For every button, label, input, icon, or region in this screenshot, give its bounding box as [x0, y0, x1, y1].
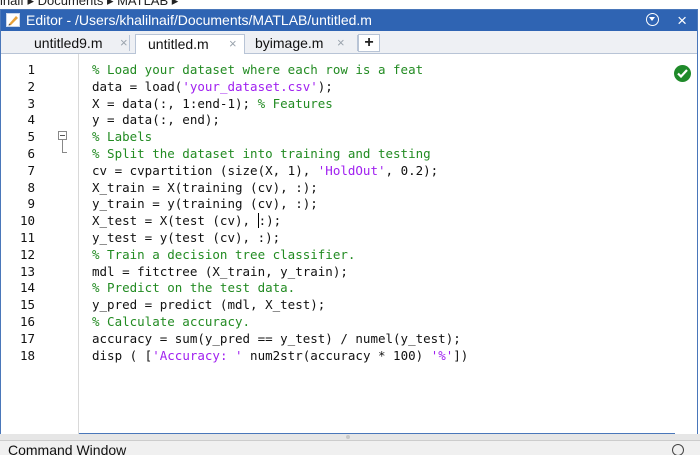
code-token: y_train = y(training (cv), :); [92, 196, 318, 212]
code-token: data = load( [92, 78, 183, 94]
line-number: 15 [19, 297, 35, 313]
line-number: 4 [27, 112, 35, 128]
code-string: 'your_dataset.csv' [182, 78, 318, 94]
code-line[interactable]: X = data(:, 1:end-1); % Features [92, 96, 333, 111]
editor-titlebar[interactable]: Editor - /Users/khalilnaif/Documents/MAT… [1, 10, 697, 31]
fold-line [62, 140, 63, 152]
line-number: 14 [19, 280, 35, 296]
code-line[interactable]: data = load('your_dataset.csv'); [92, 79, 333, 94]
tab-bar: untitled9.m × untitled.m × byimage.m × + [1, 31, 697, 54]
code-line[interactable]: X_test = X(test (cv), :); [92, 213, 282, 229]
code-line[interactable]: % Predict on the test data. [92, 280, 295, 295]
line-number: 8 [27, 179, 35, 195]
line-number: 5 [27, 129, 35, 145]
line-number: 6 [27, 146, 35, 161]
code-token: accuracy = sum(y_pred == y_test) / numel… [92, 330, 461, 346]
code-token: , 0.2); [385, 162, 439, 178]
code-token: y_pred = predict (mdl, X_test); [92, 297, 326, 313]
code-token: X_test = X(test (cv), [92, 213, 258, 229]
code-line[interactable]: % Load your dataset where each row is a … [92, 62, 423, 77]
command-window-menu-icon[interactable] [672, 444, 684, 455]
line-number: 16 [19, 314, 35, 329]
code-line[interactable]: y_train = y(training (cv), :); [92, 196, 318, 211]
code-token: cv = cvpartition (size(X, 1), [92, 162, 318, 178]
command-window-panel[interactable]: Command Window [0, 440, 700, 455]
editor-actions-menu-icon[interactable] [646, 13, 659, 26]
code-analyzer-ok-icon[interactable] [674, 65, 691, 82]
new-tab-button[interactable]: + [358, 34, 380, 52]
tab-close-icon[interactable]: × [120, 35, 128, 50]
code-comment: % Predict on the test data. [92, 280, 296, 296]
tab-divider [129, 35, 130, 51]
tab-close-icon[interactable]: × [229, 36, 237, 51]
line-number: 3 [27, 95, 35, 111]
code-line[interactable]: y_test = y(test (cv), :); [92, 230, 280, 245]
code-line[interactable]: % Train a decision tree classifier. [92, 247, 355, 262]
tab-label: untitled.m [148, 36, 209, 52]
line-number: 7 [27, 162, 35, 178]
line-number: 1 [27, 62, 35, 77]
code-line[interactable]: % Labels [92, 129, 152, 144]
code-token: X_train = X(training (cv), :); [92, 179, 318, 195]
code-comment: % Split the dataset into training and te… [92, 146, 431, 161]
code-fold-icon[interactable] [58, 131, 67, 140]
splitter-grip [346, 435, 350, 439]
tab-untitled9[interactable]: untitled9.m × [9, 34, 130, 53]
code-line[interactable]: y_pred = predict (mdl, X_test); [92, 297, 325, 312]
editor-window: Editor - /Users/khalilnaif/Documents/MAT… [0, 9, 698, 435]
code-line[interactable]: disp ( ['Accuracy: ' num2str(accuracy * … [92, 348, 468, 363]
code-line[interactable]: % Calculate accuracy. [92, 314, 250, 329]
code-token: ); [317, 78, 333, 94]
line-number-gutter: 1 2 3 4 5 6 7 8 9 10 11 12 13 14 15 16 17 18 [1, 54, 79, 435]
code-token: X = data(:, 1:end-1); [92, 95, 258, 111]
breadcrumb[interactable]: inaif ▸ Documents ▸ MATLAB ▸ [0, 0, 178, 9]
code-token: y_test = y(test (cv), :); [92, 230, 281, 245]
code-line[interactable]: y = data(:, end); [92, 112, 220, 127]
line-number: 18 [19, 347, 35, 363]
code-comment: % Features [257, 95, 333, 111]
code-line[interactable]: accuracy = sum(y_pred == y_test) / numel… [92, 331, 461, 346]
fold-end [62, 152, 67, 153]
code-token: ]) [453, 347, 469, 363]
editor-scrollbar[interactable] [675, 54, 697, 435]
code-comment: % Calculate accuracy. [92, 314, 251, 329]
line-number: 9 [27, 196, 35, 212]
code-line[interactable]: mdl = fitctree (X_train, y_train); [92, 264, 348, 279]
breadcrumb-bar: inaif ▸ Documents ▸ MATLAB ▸ [0, 0, 700, 9]
line-number: 11 [19, 230, 35, 245]
code-string: '%' [430, 347, 454, 363]
code-line[interactable]: % Split the dataset into training and te… [92, 146, 431, 161]
editor-title: Editor - /Users/khalilnaif/Documents/MAT… [26, 12, 372, 28]
tab-byimage[interactable]: byimage.m × [245, 34, 358, 53]
tab-label: untitled9.m [34, 35, 103, 51]
code-string: 'HoldOut' [317, 162, 386, 178]
line-number: 13 [19, 263, 35, 279]
code-token: ); [266, 213, 282, 229]
code-comment: % Labels [92, 129, 153, 145]
tab-label: byimage.m [255, 35, 324, 51]
code-line[interactable]: cv = cvpartition (size(X, 1), 'HoldOut',… [92, 163, 438, 178]
tab-close-icon[interactable]: × [337, 35, 345, 50]
code-string: 'Accuracy: ' [152, 347, 243, 363]
code-token: disp ( [ [92, 347, 153, 363]
editor-icon [6, 13, 20, 27]
code-token: mdl = fitctree (X_train, y_train); [92, 263, 348, 279]
code-comment: % Load your dataset where each row is a … [92, 62, 424, 77]
editor-close-icon[interactable]: × [677, 10, 687, 31]
line-number: 17 [19, 330, 35, 346]
code-line[interactable]: X_train = X(training (cv), :); [92, 180, 318, 195]
code-token: y = data(:, end); [92, 112, 220, 128]
code-token: num2str(accuracy * 100) [242, 347, 431, 363]
line-number: 2 [27, 78, 35, 94]
command-window-title: Command Window [8, 442, 127, 455]
code-comment: % Train a decision tree classifier. [92, 246, 356, 262]
tab-untitled[interactable]: untitled.m × [135, 34, 245, 54]
line-number: 10 [19, 213, 35, 229]
text-cursor: : [257, 213, 267, 229]
line-number: 12 [19, 246, 35, 262]
